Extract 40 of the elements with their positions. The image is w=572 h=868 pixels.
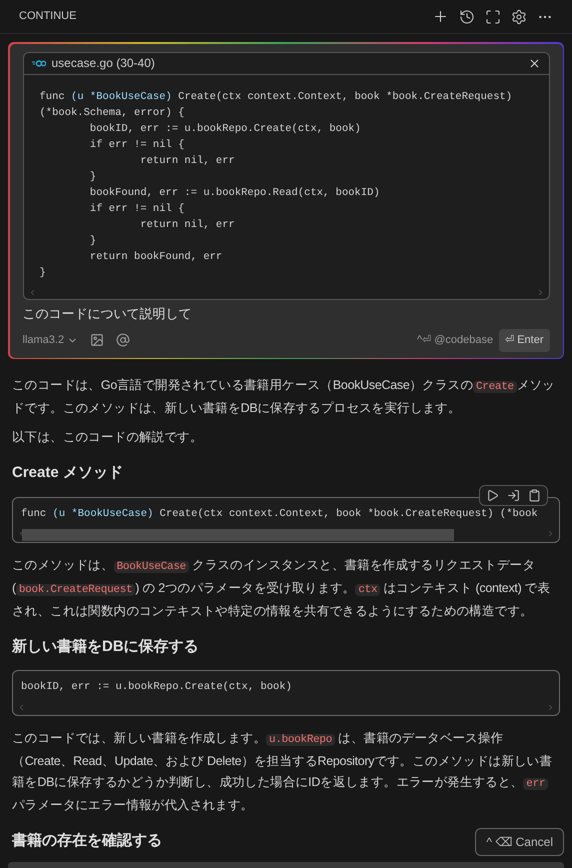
enter-button[interactable]: ⏎ Enter — [499, 329, 550, 352]
new-session-icon[interactable] — [432, 8, 449, 25]
insert-icon[interactable] — [507, 488, 520, 502]
section-heading: Create メソッド — [12, 463, 123, 483]
code-line: bookFound, err := u.bookRepo.Read(ctx, bookID) — [88, 186, 380, 200]
cancel-button[interactable]: ^ ⌫ Cancel — [475, 828, 564, 856]
code-line: bookID, err := u.bookRepo.Create(ctx, book) — [88, 122, 361, 136]
prompt-text[interactable]: このコードについて説明して — [22, 304, 550, 323]
image-icon[interactable] — [90, 333, 104, 348]
run-icon[interactable] — [486, 488, 499, 502]
code-line: if err != nil { — [88, 138, 184, 152]
scrollbar-thumb[interactable] — [22, 528, 454, 540]
settings-icon[interactable] — [511, 8, 527, 24]
codebase-button[interactable]: ^⏎ @codebase — [417, 332, 494, 348]
mention-icon[interactable] — [116, 333, 130, 348]
fullscreen-icon[interactable] — [485, 8, 501, 24]
code-line: func (u *BookUseCase) Create(ctx context.Context, book *book.CreateRequest) (*book — [21, 506, 538, 522]
code-line: return nil, err — [139, 218, 235, 232]
code-line: return bookFound, err — [88, 250, 222, 264]
code-line: (*book.Schema, error) { — [40, 106, 184, 120]
close-icon[interactable] — [528, 56, 540, 70]
code-line: func (u *BookUseCase) Create(ctx context.Context, book *book.CreateRequest) — [40, 90, 512, 104]
section-heading: 新しい書籍をDBに保存する — [12, 636, 199, 656]
panel-title: CONTINUE — [19, 9, 76, 24]
history-icon[interactable] — [459, 8, 475, 24]
code-line: } — [40, 266, 46, 280]
response-paragraph: このコードでは、新しい書籍を作成します。 u.bookRepo は、書籍のデータベース操作（Create、Read、Update、および Delete）を担当するRepositoryです。このメソッドは新しい書籍をDBに保存するかどうか判断し、成功した場合にIDを返します。エラーが発生すると、 err パラメータにエラー情報が代入されます。 — [11, 730, 554, 814]
copy-icon[interactable] — [528, 488, 541, 502]
section-heading: 書籍の存在を確認する — [12, 831, 162, 851]
code-line: } — [88, 234, 96, 248]
code-line: bookID, err := u.bookRepo.Create(ctx, book) — [21, 680, 292, 695]
context-file-name[interactable]: usecase.go (30-40) — [52, 54, 155, 72]
response-paragraph: このコードは、Go言語で開発されている書籍用ケース（BookUseCase）クラスの Create メソッドです。このメソッドは、新しい書籍をDBに保存するプロセスを実行します。 — [11, 377, 556, 417]
model-selector[interactable]: llama3.2 — [22, 332, 78, 348]
response-paragraph: このメソッドは、 BookUseCase クラスのインスタンスと、書籍を作成するリクエストデータ ( book.CreateRequest ) の 2つのパラメータを受け取ります。 ctx はコンテキスト (context) で表され、これは関数内のコンテキストや特定の情報を共有できるようにするための構造です。 — [11, 556, 552, 620]
response-paragraph: 以下は、このコードの解説です。 — [11, 429, 204, 446]
code-line: } — [88, 170, 96, 184]
code-line: return nil, err — [139, 154, 235, 168]
code-line: if err != nil { — [88, 202, 184, 216]
go-file-icon — [32, 60, 46, 66]
